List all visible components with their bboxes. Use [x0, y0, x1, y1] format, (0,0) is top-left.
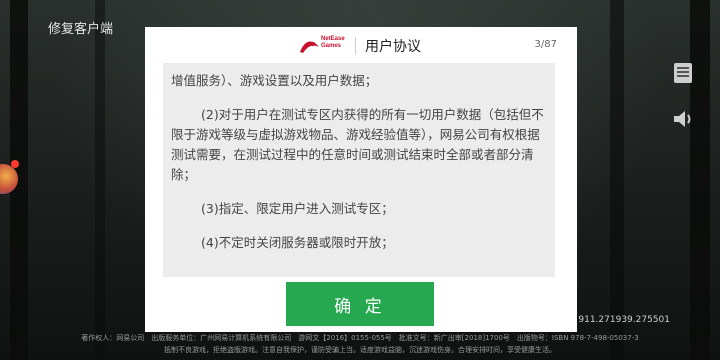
- logo-text: NetEase Games: [321, 36, 345, 49]
- dialog-title: 用户协议: [365, 39, 421, 55]
- version-text: 911.271939.275501: [578, 315, 670, 325]
- page-counter: 3/87: [534, 39, 557, 50]
- tree-silhouette: [610, 0, 624, 360]
- tree-silhouette: [95, 0, 105, 360]
- agreement-paragraph: (2)对于用户在测试专区内获得的所有一切用户数据（包括但不限于游戏等级与虚拟游戏…: [171, 107, 544, 182]
- copyright-footer: 著作权人：网易公司 出版服务单位：广州网易计算机系统有限公司 游网文【2016】…: [81, 334, 639, 342]
- health-notice-footer: 抵制不良游戏，拒绝盗版游戏。注意自我保护，谨防受骗上当。适度游戏益脑，沉迷游戏伤…: [164, 346, 556, 354]
- confirm-button[interactable]: 确 定: [286, 282, 434, 326]
- agreement-paragraph: (3)指定、限定用户进入测试专区；: [201, 201, 394, 216]
- agreement-paragraph: 增值服务）、游戏设置以及用户数据；: [171, 73, 378, 88]
- user-agreement-dialog: NetEase Games 用户协议 3/87 增值服务）、游戏设置以及用户数据…: [145, 27, 577, 332]
- speaker-icon[interactable]: [670, 106, 696, 132]
- notification-dot: [11, 160, 19, 168]
- notice-board-icon[interactable]: [670, 60, 696, 86]
- repair-client-button[interactable]: 修复客户端: [48, 18, 113, 37]
- agreement-text-area[interactable]: 增值服务）、游戏设置以及用户数据； (2)对于用户在测试专区内获得的所有一切用户…: [163, 63, 555, 277]
- tree-silhouette: [690, 0, 710, 360]
- agreement-paragraph: (4)不定时关闭服务器或限时开放；: [201, 235, 394, 250]
- header-divider: [355, 37, 356, 55]
- dialog-header: NetEase Games 用户协议 3/87: [145, 27, 577, 63]
